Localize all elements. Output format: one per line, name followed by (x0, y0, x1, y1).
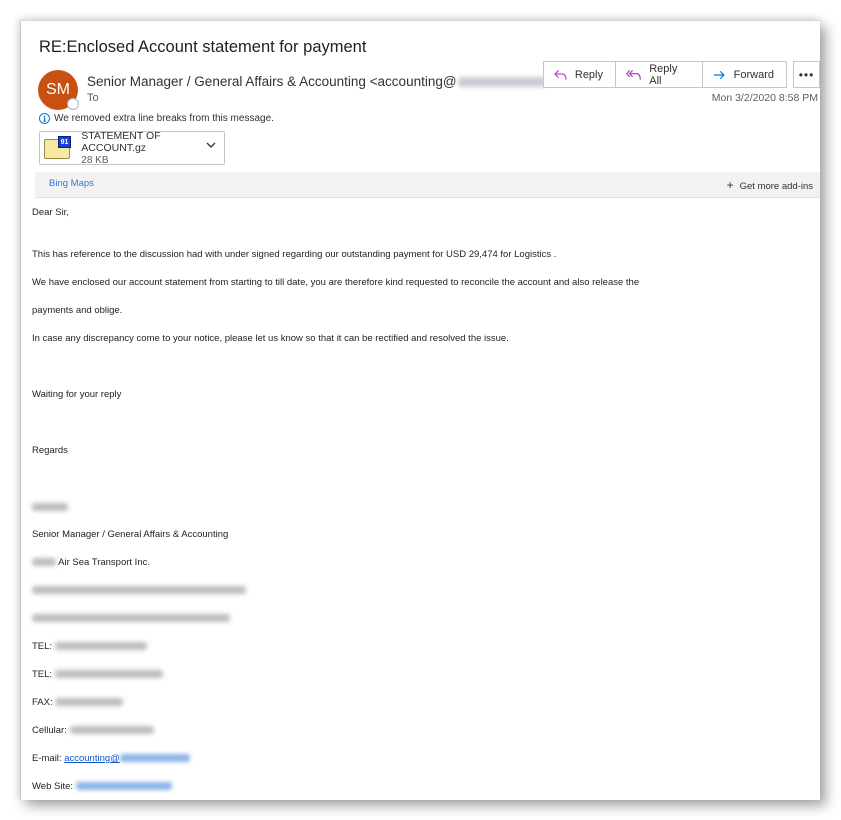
reply-button[interactable]: Reply (544, 62, 616, 87)
reply-all-icon (626, 69, 641, 80)
more-actions-button[interactable]: ••• (793, 61, 820, 88)
regards: Regards (32, 445, 68, 456)
signature-title: Senior Manager / General Affairs & Accou… (32, 529, 229, 540)
to-label: To (87, 92, 99, 104)
company-name: Air Sea Transport Inc. (58, 557, 150, 568)
tel2-label: TEL: (32, 669, 53, 680)
info-notice-text: We removed extra line breaks from this m… (54, 113, 274, 124)
addins-bar: Bing Maps + Get more add-ins (35, 172, 820, 198)
signature-email-link[interactable]: accounting@ (64, 753, 190, 764)
body-paragraph: payments and oblige. (32, 305, 123, 316)
body-paragraph: This has reference to the discussion had… (32, 249, 557, 260)
website-link[interactable] (75, 782, 172, 791)
reply-all-label: Reply All (649, 62, 678, 87)
attachment-card[interactable]: 91 STATEMENT OF ACCOUNT.gz 28 KB (39, 130, 225, 166)
signature-tel1: TEL: (32, 641, 147, 652)
signature-fax: FAX: (32, 697, 124, 708)
plus-icon: + (726, 178, 734, 192)
reply-label: Reply (574, 68, 603, 81)
chevron-down-icon[interactable] (206, 142, 216, 149)
info-icon: i (39, 113, 50, 124)
tel1-label: TEL: (32, 641, 53, 652)
signature-cellular: Cellular: (32, 725, 154, 736)
attachment-name: STATEMENT OF ACCOUNT.gz (81, 130, 161, 154)
presence-status-icon (67, 98, 79, 110)
redacted-domain (457, 77, 546, 88)
body-paragraph: In case any discrepancy come to your not… (32, 333, 509, 344)
attachment-size: 28 KB (81, 155, 109, 166)
website-label: Web Site: (32, 781, 74, 792)
forward-button[interactable]: Forward (703, 62, 786, 87)
signature-tel2: TEL: (32, 669, 163, 680)
sender-name[interactable]: Senior Manager / General Affairs & Accou… (87, 74, 554, 89)
email-label: E-mail: (32, 753, 62, 764)
email-reading-pane: RE:Enclosed Account statement for paymen… (20, 20, 820, 800)
forward-label: Forward (733, 68, 774, 81)
signature-address-line2-redacted (32, 613, 230, 624)
bing-maps-addin[interactable]: Bing Maps (49, 178, 94, 189)
get-more-addins-label: Get more add-ins (739, 181, 813, 192)
signature-website: Web Site: (32, 781, 172, 792)
body-paragraph: Waiting for your reply (32, 389, 122, 400)
avatar-initials: SM (46, 81, 70, 98)
cellular-label: Cellular: (32, 725, 67, 736)
signature-email: E-mail: accounting@ (32, 753, 190, 764)
signature-name-redacted (32, 502, 68, 513)
get-more-addins-button[interactable]: + Get more add-ins (727, 178, 813, 192)
email-subject: RE:Enclosed Account statement for paymen… (39, 38, 367, 56)
archive-file-icon: 91 (44, 136, 71, 160)
signature-address-line1-redacted (32, 585, 246, 596)
more-icon: ••• (798, 67, 815, 82)
info-notice: i We removed extra line breaks from this… (39, 113, 274, 124)
reply-all-button[interactable]: Reply All (616, 62, 703, 87)
message-actions: Reply Reply All Forward (543, 61, 787, 88)
fax-label: FAX: (32, 697, 53, 708)
received-date: Mon 3/2/2020 8:58 PM (711, 92, 818, 104)
sender-name-text: Senior Manager / General Affairs & Accou… (87, 74, 457, 89)
reply-icon (554, 69, 567, 80)
email-link-text: accounting@ (64, 753, 120, 764)
signature-company: Air Sea Transport Inc. (32, 557, 150, 568)
greeting: Dear Sir, (32, 207, 69, 218)
forward-icon (713, 70, 725, 79)
body-paragraph: We have enclosed our account statement f… (32, 277, 640, 288)
